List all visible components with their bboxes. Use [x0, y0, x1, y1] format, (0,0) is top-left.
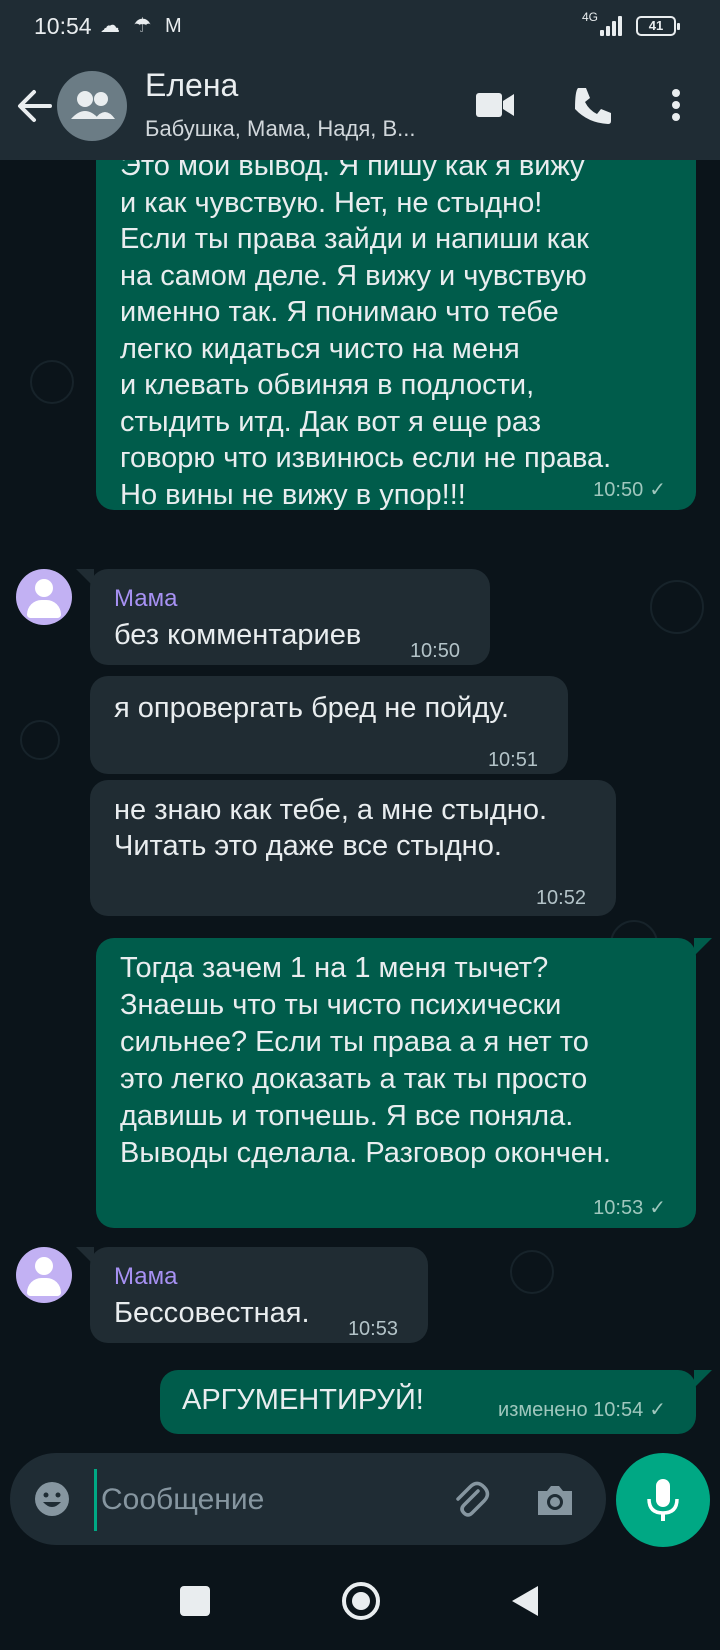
more-vert-icon[interactable]	[656, 80, 696, 130]
chat-title[interactable]: Елена	[145, 67, 238, 104]
back-icon[interactable]	[508, 1584, 540, 1618]
composer-bar	[0, 1453, 720, 1550]
video-call-icon[interactable]	[470, 82, 520, 128]
group-avatar[interactable]	[57, 71, 127, 141]
outgoing-message[interactable]: Тогда зачем 1 на 1 меня тычет? Знаешь чт…	[96, 938, 696, 1228]
wallpaper-doodle	[20, 720, 60, 760]
incoming-message[interactable]: Мама без комментариев 10:50	[90, 569, 490, 665]
outgoing-message[interactable]: Это мой вывод. Я пишу как я вижу и как ч…	[96, 160, 696, 511]
chat-subtitle[interactable]: Бабушка, Мама, Надя, В...	[145, 116, 445, 142]
mic-button[interactable]	[616, 1453, 710, 1547]
camera-icon[interactable]	[532, 1477, 578, 1523]
message-time: 10:50	[593, 479, 644, 501]
message-time: 10:52	[535, 887, 586, 909]
message-text: Тогда зачем 1 на 1 меня тычет? Знаешь чт…	[120, 952, 611, 1169]
mic-icon	[647, 1479, 679, 1521]
status-time: 10:54	[34, 13, 92, 39]
message-text: Это мой вывод. Я пишу как я вижу и как ч…	[120, 160, 612, 511]
wallpaper-doodle	[510, 1250, 554, 1294]
notification-icons: ☁ ☂ M	[100, 15, 186, 37]
battery-icon: 41	[636, 16, 680, 36]
sent-check-icon: ✓	[649, 1399, 666, 1421]
attach-icon[interactable]	[448, 1477, 494, 1523]
message-meta: 10:53 ✓	[593, 1190, 666, 1226]
sender-name: Мама	[114, 585, 178, 612]
wallpaper-doodle	[30, 360, 74, 404]
edited-label: изменено	[498, 1399, 588, 1421]
status-bar: 10:54 ☁ ☂ M 4G 41	[0, 0, 720, 52]
group-icon	[71, 91, 115, 119]
wallpaper-doodle	[650, 580, 704, 634]
message-list[interactable]: Это мой вывод. Я пишу как я вижу и как ч…	[0, 160, 720, 1453]
message-text: АРГУМЕНТИРУЙ!	[182, 1384, 424, 1416]
incoming-message[interactable]: я опровергать бред не пойду. 10:51	[90, 676, 568, 774]
message-time: 10:54	[593, 1399, 644, 1421]
sent-check-icon: ✓	[649, 479, 666, 501]
incoming-message[interactable]: Мама Бессовестная. 10:53	[90, 1247, 428, 1343]
bubble-tail	[694, 1370, 712, 1388]
system-nav-bar	[0, 1550, 720, 1650]
message-time: 10:50	[409, 640, 460, 662]
message-meta: изменено 10:54 ✓	[498, 1392, 666, 1428]
battery-level: 41	[648, 18, 664, 33]
message-time: 10:53	[593, 1197, 644, 1219]
signal-icon	[600, 14, 626, 36]
sender-avatar[interactable]	[16, 569, 72, 625]
network-type: 4G	[582, 10, 599, 24]
recents-icon[interactable]	[180, 1586, 210, 1616]
message-text: я опровергать бред не пойду.	[114, 692, 510, 724]
sender-name: Мама	[114, 1263, 178, 1290]
message-compose-box[interactable]	[10, 1453, 606, 1545]
emoji-icon[interactable]	[32, 1479, 72, 1519]
incoming-message[interactable]: не знаю как тебе, а мне стыдно. Читать э…	[90, 780, 616, 916]
chat-header: Елена Бабушка, Мама, Надя, В...	[0, 52, 720, 160]
message-meta: 10:50 ✓	[593, 472, 666, 508]
message-text: не знаю как тебе, а мне стыдно. Читать э…	[114, 794, 548, 862]
sent-check-icon: ✓	[649, 1197, 666, 1219]
phone-icon[interactable]	[566, 80, 616, 130]
message-text: Бессовестная.	[114, 1297, 310, 1329]
outgoing-message[interactable]: АРГУМЕНТИРУЙ! изменено 10:54 ✓	[160, 1370, 696, 1434]
message-text: без комментариев	[114, 619, 362, 651]
back-arrow-icon[interactable]	[14, 78, 56, 134]
message-time: 10:53	[347, 1318, 398, 1340]
message-time: 10:51	[487, 749, 538, 771]
home-icon[interactable]	[340, 1580, 382, 1622]
message-input[interactable]	[94, 1469, 433, 1531]
bubble-tail	[694, 938, 712, 956]
sender-avatar[interactable]	[16, 1247, 72, 1303]
